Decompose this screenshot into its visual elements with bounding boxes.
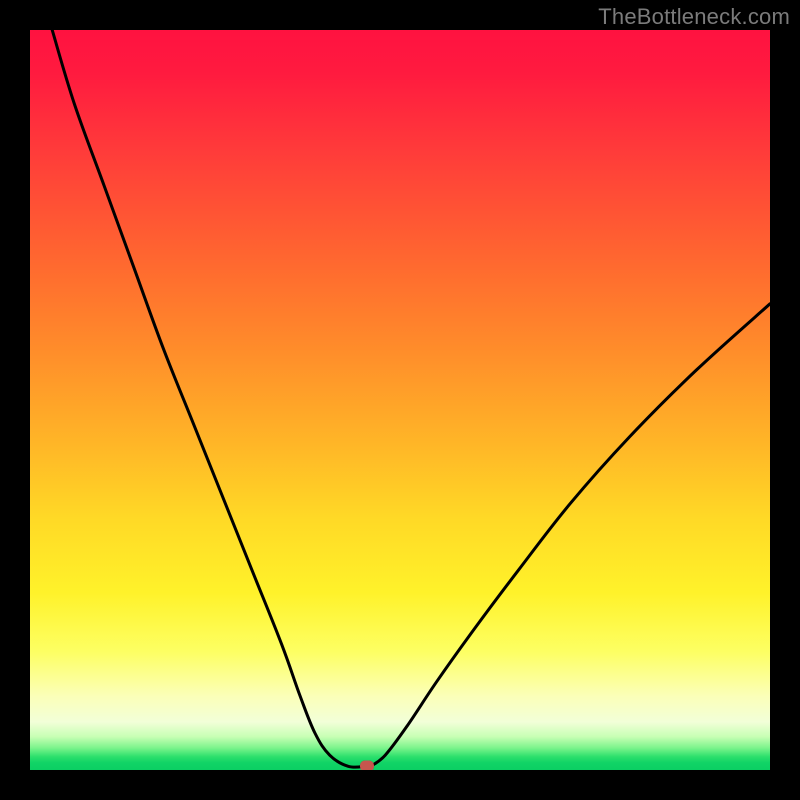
bottleneck-curve (30, 30, 770, 770)
plot-area (30, 30, 770, 770)
chart-frame: TheBottleneck.com (0, 0, 800, 800)
watermark-text: TheBottleneck.com (598, 4, 790, 30)
curve-path (52, 30, 770, 767)
optimum-marker (360, 761, 374, 770)
